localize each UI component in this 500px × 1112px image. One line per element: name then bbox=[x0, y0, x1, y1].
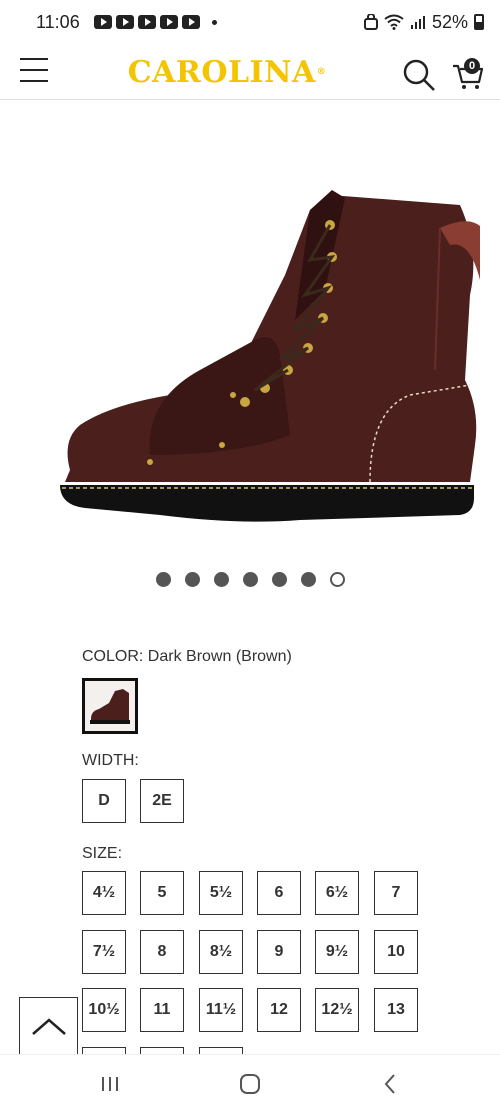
size-label: SIZE: bbox=[82, 845, 123, 862]
color-option: COLOR: Dark Brown (Brown) bbox=[82, 648, 482, 734]
chevron-up-icon bbox=[31, 1018, 66, 1035]
width-option-2e[interactable]: 2E bbox=[140, 779, 184, 823]
cart-count-badge: 0 bbox=[464, 58, 480, 74]
home-icon[interactable] bbox=[235, 1069, 265, 1099]
size-option[interactable]: 9½ bbox=[315, 930, 359, 974]
wifi-icon bbox=[384, 14, 404, 30]
size-option[interactable]: 8 bbox=[140, 930, 184, 974]
size-option[interactable]: 8½ bbox=[199, 930, 243, 974]
carousel-dot[interactable] bbox=[242, 572, 258, 587]
youtube-icon bbox=[115, 15, 134, 29]
site-header: CAROLINA ® 0 bbox=[0, 44, 500, 100]
size-option[interactable]: 9 bbox=[257, 930, 301, 974]
size-option[interactable]: 11 bbox=[140, 988, 184, 1032]
width-label: WIDTH: bbox=[82, 752, 139, 769]
carousel-dot[interactable] bbox=[213, 572, 229, 587]
product-image[interactable] bbox=[40, 170, 480, 570]
logo-text: CAROLINA bbox=[127, 54, 316, 90]
color-swatch-selected[interactable] bbox=[82, 678, 138, 734]
carolina-logo[interactable]: CAROLINA ® bbox=[128, 52, 326, 92]
android-nav-bar bbox=[0, 1054, 500, 1112]
youtube-icon bbox=[159, 15, 178, 29]
size-option[interactable]: 6½ bbox=[315, 871, 359, 915]
dark-brown-boot-swatch bbox=[85, 681, 135, 731]
youtube-icon bbox=[93, 15, 112, 29]
size-option[interactable]: 5½ bbox=[199, 871, 243, 915]
cart-button[interactable]: 0 bbox=[452, 56, 484, 90]
size-option[interactable]: 7 bbox=[374, 871, 418, 915]
vpn-icon bbox=[363, 14, 378, 30]
status-right: 52% bbox=[363, 11, 484, 33]
signal-icon bbox=[410, 16, 425, 29]
size-option[interactable]: 11½ bbox=[199, 988, 243, 1032]
menu-icon-line bbox=[20, 58, 48, 60]
carousel-dot-active[interactable] bbox=[329, 572, 345, 587]
size-option[interactable]: 12 bbox=[257, 988, 301, 1032]
status-time: 11:06 bbox=[36, 11, 80, 32]
size-option[interactable]: 5 bbox=[140, 871, 184, 915]
menu-icon-line bbox=[20, 69, 48, 71]
color-label: COLOR: Dark Brown (Brown) bbox=[82, 648, 292, 665]
recent-apps-icon[interactable] bbox=[95, 1069, 125, 1099]
size-option[interactable]: 10 bbox=[374, 930, 418, 974]
carousel-dot[interactable] bbox=[271, 572, 287, 587]
image-carousel-dots bbox=[0, 572, 500, 587]
size-option[interactable]: 13 bbox=[374, 988, 418, 1032]
battery-icon bbox=[474, 14, 484, 30]
status-bar: 11:06 52% bbox=[0, 0, 500, 44]
size-option[interactable]: 7½ bbox=[82, 930, 126, 974]
size-option[interactable]: 10½ bbox=[82, 988, 126, 1032]
menu-icon-line bbox=[20, 80, 48, 82]
menu-button[interactable] bbox=[20, 58, 48, 84]
scroll-to-top-button[interactable] bbox=[19, 997, 78, 1055]
youtube-icon bbox=[181, 15, 200, 29]
width-option-d[interactable]: D bbox=[82, 779, 126, 823]
search-icon[interactable] bbox=[402, 58, 436, 92]
carousel-dot[interactable] bbox=[300, 572, 316, 587]
size-option[interactable]: 6 bbox=[257, 871, 301, 915]
size-option[interactable]: 12½ bbox=[315, 988, 359, 1032]
carousel-dot[interactable] bbox=[155, 572, 171, 587]
back-icon[interactable] bbox=[375, 1069, 405, 1099]
carousel-dot[interactable] bbox=[184, 572, 200, 587]
size-option[interactable]: 4½ bbox=[82, 871, 126, 915]
logo-registered-mark: ® bbox=[316, 67, 327, 77]
notification-icons bbox=[93, 15, 217, 29]
battery-percent: 52% bbox=[431, 11, 468, 32]
notification-dot-icon bbox=[211, 19, 217, 25]
youtube-icon bbox=[137, 15, 156, 29]
